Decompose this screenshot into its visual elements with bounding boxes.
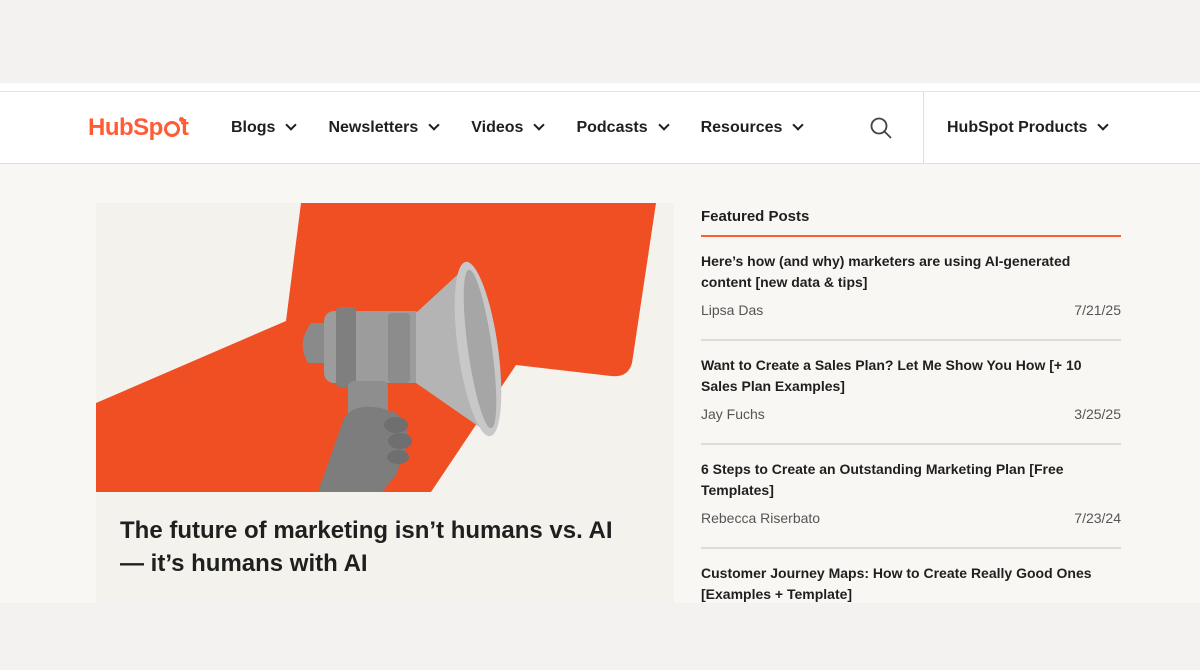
list-item[interactable]: Want to Create a Sales Plan? Let Me Show… — [701, 341, 1121, 445]
list-item[interactable]: Here’s how (and why) marketers are using… — [701, 237, 1121, 341]
nav-item-label: Podcasts — [576, 118, 648, 136]
post-date: 7/21/25 — [1074, 302, 1121, 318]
products-label: HubSpot Products — [947, 118, 1088, 136]
post-author: Jay Fuchs — [701, 406, 765, 422]
featured-posts-heading: Featured Posts — [701, 208, 1121, 237]
chevron-down-icon — [1097, 118, 1110, 131]
post-date: 3/25/25 — [1074, 406, 1121, 422]
search-icon[interactable] — [869, 116, 893, 140]
post-title[interactable]: Customer Journey Maps: How to Create Rea… — [701, 563, 1121, 605]
megaphone-illustration — [96, 203, 674, 492]
main-nav: Blogs Newsletters Videos Podcasts Resour… — [231, 92, 835, 163]
post-date: 7/23/24 — [1074, 510, 1121, 526]
site-header: HubSp t Blogs Newsletters Videos Podcasts… — [0, 91, 1200, 164]
top-blank-band — [0, 0, 1200, 83]
nav-item-label: Videos — [471, 118, 524, 136]
post-title[interactable]: Want to Create a Sales Plan? Let Me Show… — [701, 355, 1121, 397]
logo-text-prefix: HubSp — [88, 114, 163, 141]
nav-item-blogs[interactable]: Blogs — [231, 118, 298, 137]
bottom-blank-band — [0, 603, 1200, 670]
nav-item-videos[interactable]: Videos — [471, 118, 546, 137]
nav-item-podcasts[interactable]: Podcasts — [576, 118, 670, 137]
post-meta: Rebecca Riserbato 7/23/24 — [701, 510, 1121, 526]
post-meta: Jay Fuchs 3/25/25 — [701, 406, 1121, 422]
chevron-down-icon — [792, 118, 805, 131]
hubspot-logo[interactable]: HubSp t — [88, 112, 189, 144]
list-item[interactable]: 6 Steps to Create an Outstanding Marketi… — [701, 445, 1121, 549]
nav-item-label: Newsletters — [328, 118, 419, 136]
hubspot-products-menu[interactable]: HubSpot Products — [947, 92, 1110, 163]
post-title[interactable]: 6 Steps to Create an Outstanding Marketi… — [701, 459, 1121, 501]
hero-title[interactable]: The future of marketing isn’t humans vs.… — [120, 514, 640, 580]
post-title[interactable]: Here’s how (and why) marketers are using… — [701, 251, 1121, 293]
hero-article-card[interactable]: The future of marketing isn’t humans vs.… — [96, 203, 674, 603]
sprocket-icon — [163, 117, 184, 137]
nav-item-label: Resources — [700, 118, 783, 136]
nav-item-newsletters[interactable]: Newsletters — [328, 118, 440, 137]
nav-item-label: Blogs — [231, 118, 276, 136]
post-author: Lipsa Das — [701, 302, 764, 318]
main-content: The future of marketing isn’t humans vs.… — [0, 164, 1200, 603]
top-strip — [0, 83, 1200, 91]
chevron-down-icon — [285, 118, 298, 131]
chevron-down-icon — [657, 118, 670, 131]
post-meta: Lipsa Das 7/21/25 — [701, 302, 1121, 318]
chevron-down-icon — [428, 118, 440, 131]
header-divider — [923, 92, 924, 163]
chevron-down-icon — [533, 118, 546, 131]
featured-posts: Featured Posts Here’s how (and why) mark… — [701, 208, 1121, 653]
nav-item-resources[interactable]: Resources — [700, 118, 805, 137]
post-author: Rebecca Riserbato — [701, 510, 821, 526]
